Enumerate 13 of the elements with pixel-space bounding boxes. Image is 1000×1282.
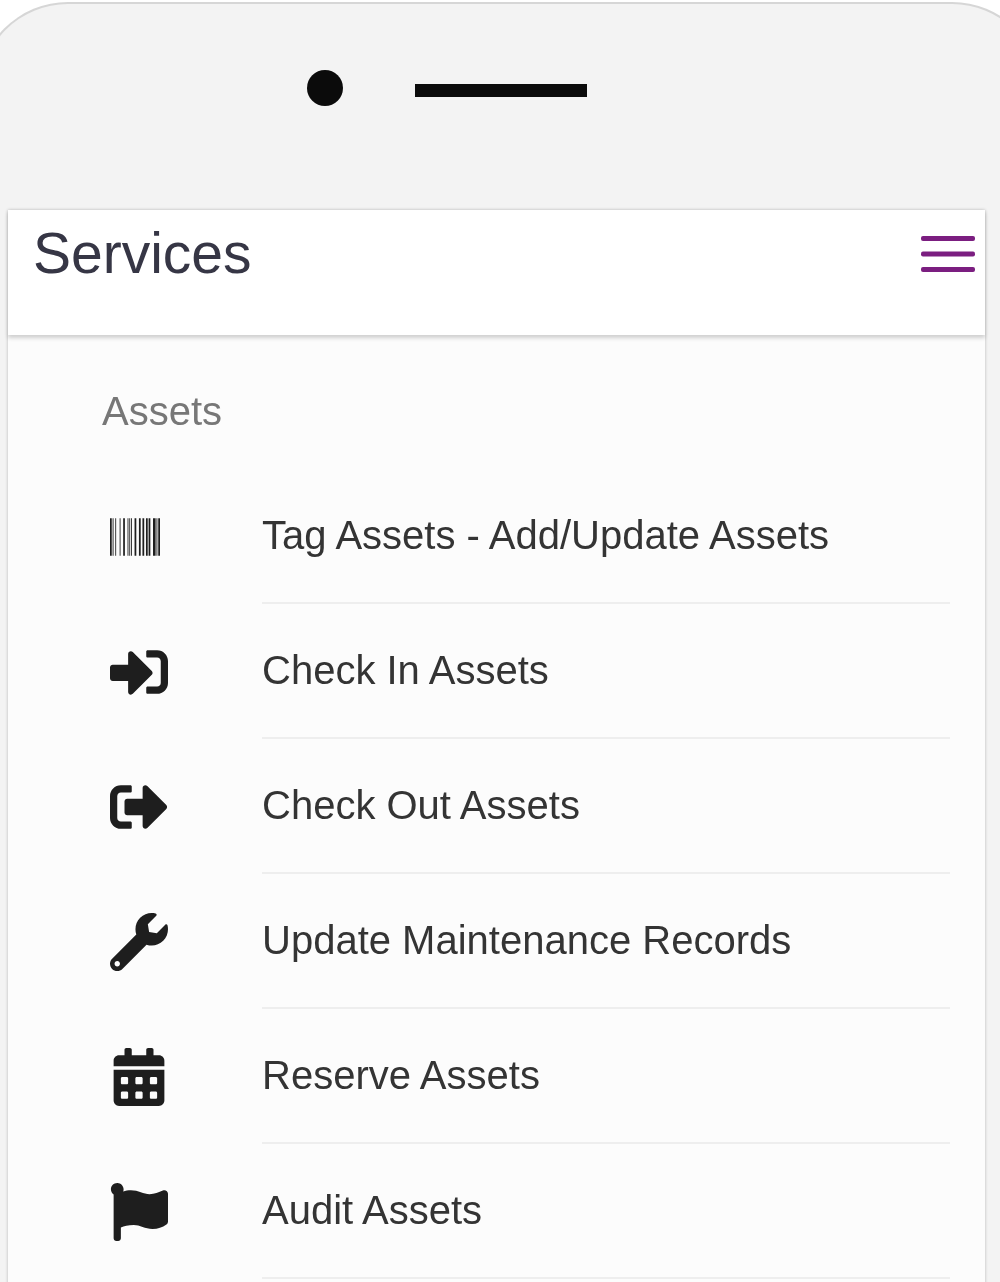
section-heading: Assets <box>102 388 223 434</box>
page-title: Services <box>33 220 252 287</box>
service-item[interactable]: Reserve Assets <box>102 1009 950 1144</box>
menu-button[interactable] <box>921 235 975 272</box>
wrench-icon <box>110 912 168 971</box>
flag-icon <box>110 1182 168 1241</box>
menu-icon <box>921 235 975 272</box>
service-item[interactable]: Tag Assets - Add/Update Assets <box>102 469 950 604</box>
service-item[interactable]: Check Out Assets <box>102 739 950 874</box>
service-item[interactable]: Update Maintenance Records <box>102 874 950 1009</box>
service-item[interactable]: Audit Assets <box>102 1144 950 1279</box>
front-camera-icon <box>307 70 343 106</box>
service-item[interactable]: Check In Assets <box>102 604 950 739</box>
